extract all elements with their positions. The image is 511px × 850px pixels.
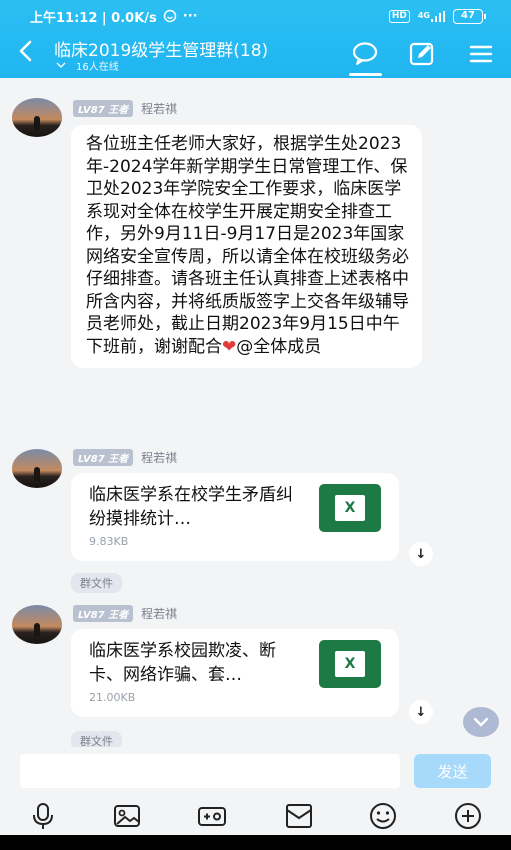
file-card[interactable]: 临床医学系校园欺凌、断卡、网络诈骗、套… 21.00KB X [71, 629, 399, 717]
active-tab-indicator [349, 73, 382, 76]
folder-icon[interactable] [284, 801, 314, 831]
online-count: 16人在线 [76, 62, 119, 73]
message-bubble[interactable]: 各位班主任老师大家好，根据学生处2023年-2024学年新学期学生日常管理工作、… [71, 125, 422, 368]
file-size: 21.00KB [89, 691, 136, 704]
group-file-tag[interactable]: 群文件 [71, 573, 122, 593]
level-badge: LV87 王者 [73, 605, 134, 622]
input-bar: 发送 [0, 747, 511, 795]
excel-file-icon: X [319, 640, 381, 688]
sender-name[interactable]: 程若祺 [141, 100, 177, 117]
edit-icon[interactable] [408, 40, 436, 68]
back-arrow-icon[interactable] [14, 38, 40, 64]
chat-toolbar [0, 795, 511, 835]
header: 上午11:12 | 0.0K/s ··· HD 4G 47 临床2019级学生管… [0, 0, 511, 78]
file-size: 9.83KB [89, 535, 129, 548]
send-button[interactable]: 发送 [414, 754, 491, 788]
image-icon[interactable] [112, 801, 142, 831]
menu-icon[interactable] [467, 40, 495, 68]
heart-emoji-icon: ❤ [222, 336, 237, 357]
status-bar: 上午11:12 | 0.0K/s ··· HD 4G 47 [0, 0, 511, 32]
emoji-icon[interactable] [368, 801, 398, 831]
chevron-down-icon [56, 62, 66, 68]
message-text: 各位班主任老师大家好，根据学生处2023年-2024学年新学期学生日常管理工作、… [86, 134, 409, 357]
sender-name[interactable]: 程若祺 [141, 449, 177, 466]
avatar[interactable] [12, 98, 62, 137]
smiley-status-icon [163, 9, 177, 23]
file-name: 临床医学系在校学生矛盾纠纷摸排统计… [89, 485, 293, 529]
avatar[interactable] [12, 605, 62, 644]
level-badge: LV87 王者 [73, 449, 134, 466]
battery-icon: 47 [453, 8, 486, 24]
download-icon[interactable]: ↓ [409, 542, 433, 566]
file-name: 临床医学系校园欺凌、断卡、网络诈骗、套… [89, 641, 276, 685]
chevron-down-icon [473, 717, 489, 727]
status-time: 上午11:12 | 0.0K/s [30, 10, 157, 26]
title-bar: 临床2019级学生管理群(18) 16人在线 [0, 32, 511, 78]
plus-icon[interactable] [453, 801, 483, 831]
avatar[interactable] [12, 449, 62, 488]
hd-icon: HD [388, 9, 410, 23]
status-dots: ··· [182, 8, 198, 24]
level-badge: LV87 王者 [73, 100, 134, 117]
red-packet-icon[interactable] [197, 801, 227, 831]
download-icon[interactable]: ↓ [409, 700, 433, 724]
excel-file-icon: X [319, 484, 381, 532]
system-nav-bar [0, 835, 511, 850]
mention-all[interactable]: @全体成员 [236, 337, 321, 357]
chat-bubble-icon[interactable] [351, 40, 379, 68]
scroll-down-button[interactable] [463, 707, 499, 737]
file-card[interactable]: 临床医学系在校学生矛盾纠纷摸排统计… 9.83KB X [71, 473, 399, 561]
microphone-icon[interactable] [28, 801, 58, 831]
message-meta: LV87 王者 程若祺 [73, 100, 177, 117]
online-status[interactable]: 16人在线 [56, 58, 119, 73]
sender-name[interactable]: 程若祺 [141, 605, 177, 622]
message-input[interactable] [20, 754, 400, 788]
message-meta: LV87 王者 程若祺 [73, 449, 177, 466]
message-meta: LV87 王者 程若祺 [73, 605, 177, 622]
signal-icon: 4G [418, 10, 445, 22]
